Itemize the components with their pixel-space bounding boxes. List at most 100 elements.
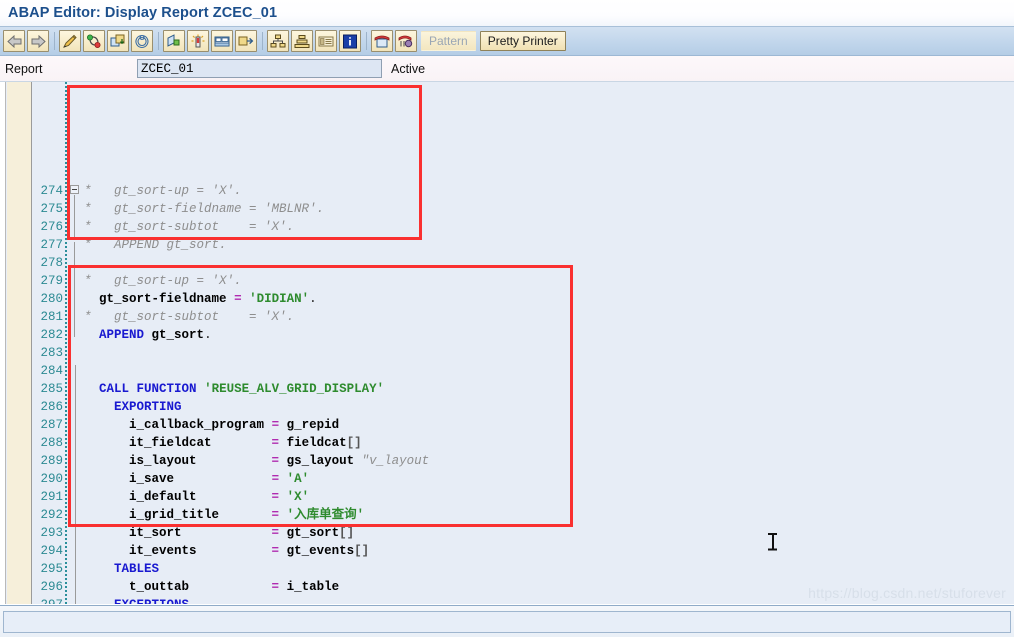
toolbar-separator: [259, 30, 265, 52]
report-header-bar: Report Active: [0, 56, 1014, 82]
list-icon[interactable]: [315, 30, 337, 52]
toolbar-separator: [155, 30, 161, 52]
code-token: =: [271, 418, 280, 432]
code-token: gt_events: [286, 544, 355, 558]
code-text-area[interactable]: 274 * gt_sort-up = 'X'. 275 * gt_sort-field…: [0, 82, 1014, 604]
code-token: EXCEPTIONS: [114, 598, 189, 604]
activate-icon[interactable]: [83, 30, 105, 52]
code-line[interactable]: * gt_sort-fieldname = 'MBLNR'.: [84, 200, 324, 218]
code-token: =: [271, 544, 280, 558]
line-number: 277: [40, 238, 63, 252]
code-token: 'DIDIAN': [249, 292, 310, 306]
code-line[interactable]: * gt_sort-up = 'X'.: [84, 182, 242, 200]
code-editor-pane[interactable]: 274 * gt_sort-up = 'X'. 275 * gt_sort-field…: [0, 82, 1014, 604]
code-line[interactable]: TABLES: [84, 560, 159, 578]
report-label: Report: [5, 61, 43, 76]
code-token: =: [271, 526, 280, 540]
code-token: []: [339, 526, 355, 540]
status-bar-field[interactable]: [3, 611, 1011, 633]
code-token: =: [234, 292, 242, 306]
window-title-bar: ABAP Editor: Display Report ZCEC_01: [0, 0, 1014, 27]
forward-arrow-icon[interactable]: [27, 30, 49, 52]
toolbar-separator: [363, 30, 369, 52]
code-token: =: [271, 436, 280, 450]
report-name-input[interactable]: [137, 59, 382, 78]
code-line[interactable]: APPEND gt_sort.: [84, 326, 212, 344]
code-line[interactable]: i_callback_program = g_repid: [84, 416, 339, 434]
code-line[interactable]: * gt_sort-subtot = 'X'.: [84, 218, 294, 236]
code-line[interactable]: it_fieldcat = fieldcat[]: [84, 434, 362, 452]
code-line[interactable]: * gt_sort-subtot = 'X'.: [84, 308, 294, 326]
line-number: 288: [40, 436, 63, 450]
code-line[interactable]: i_grid_title = '入库单查询': [84, 506, 364, 524]
back-arrow-icon[interactable]: [3, 30, 25, 52]
code-line[interactable]: * APPEND gt_sort.: [84, 236, 227, 254]
page-title: ABAP Editor: Display Report ZCEC_01: [8, 5, 278, 21]
code-line[interactable]: EXPORTING: [84, 398, 182, 416]
pretty-printer-button[interactable]: Pretty Printer: [479, 31, 566, 51]
navigate-icon[interactable]: [235, 30, 257, 52]
code-token: * gt_sort-subtot = 'X'.: [84, 310, 295, 324]
code-token: .: [204, 328, 212, 342]
code-line[interactable]: CALL FUNCTION 'REUSE_ALV_GRID_DISPLAY': [84, 380, 384, 398]
code-token: =: [271, 580, 280, 594]
line-number: 279: [40, 274, 63, 288]
code-token: * gt_sort-subtot = 'X'.: [84, 220, 295, 234]
code-token: * gt_sort-fieldname = 'MBLNR'.: [84, 202, 325, 216]
check-syntax-icon[interactable]: [59, 30, 81, 52]
debug-icon[interactable]: [131, 30, 153, 52]
code-line[interactable]: is_layout = gs_layout "v_layout: [84, 452, 429, 470]
pattern-button[interactable]: Pattern: [421, 31, 476, 51]
hierarchy-icon[interactable]: [291, 30, 313, 52]
code-line[interactable]: EXCEPTIONS: [84, 596, 189, 604]
display-object-icon[interactable]: [211, 30, 233, 52]
code-token: 'A': [286, 472, 310, 486]
code-token: 'X': [286, 490, 310, 504]
info-icon[interactable]: [339, 30, 361, 52]
object-navigator-icon[interactable]: [267, 30, 289, 52]
documentation-icon[interactable]: [371, 30, 393, 52]
find-icon[interactable]: [395, 30, 417, 52]
code-line[interactable]: i_save = 'A': [84, 470, 309, 488]
code-token: []: [346, 436, 362, 450]
line-number: 280: [40, 292, 63, 306]
code-token: =: [271, 454, 280, 468]
code-line[interactable]: gt_sort-fieldname = 'DIDIAN'.: [84, 290, 317, 308]
code-token: TABLES: [114, 562, 160, 576]
code-token: gs_layout: [286, 454, 355, 468]
line-number: 297: [32, 596, 63, 604]
code-line[interactable]: i_default = 'X': [84, 488, 309, 506]
code-line[interactable]: * gt_sort-up = 'X'.: [84, 272, 242, 290]
line-number: 284: [40, 364, 63, 378]
line-number: 295: [40, 562, 63, 576]
code-line[interactable]: it_events = gt_events[]: [84, 542, 369, 560]
generate-icon[interactable]: [107, 30, 129, 52]
where-used-icon[interactable]: [163, 30, 185, 52]
insert-statement-icon[interactable]: [187, 30, 209, 52]
line-number: 282: [40, 328, 63, 342]
code-line[interactable]: it_sort = gt_sort[]: [84, 524, 354, 542]
code-line[interactable]: t_outtab = i_table: [84, 578, 339, 596]
code-token: EXPORTING: [114, 400, 182, 414]
